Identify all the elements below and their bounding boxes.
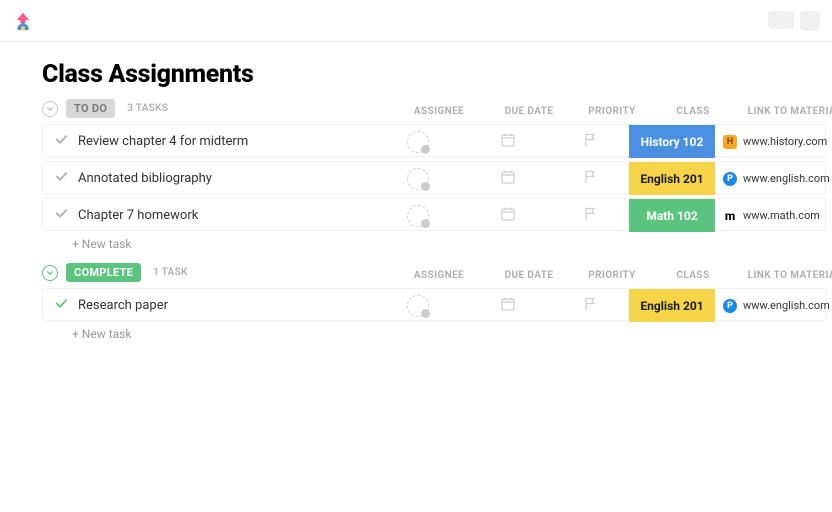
col-assignee: ASSIGNEE <box>394 106 484 117</box>
group-status-label[interactable]: COMPLETE <box>66 263 141 282</box>
col-priority: PRIORITY <box>574 106 650 117</box>
col-due-date: DUE DATE <box>484 106 574 117</box>
due-date-cell[interactable] <box>463 169 553 189</box>
class-badge[interactable]: Math 102 <box>629 199 715 232</box>
link-text: www.math.com <box>743 209 820 222</box>
task-name[interactable]: Review chapter 4 for midterm <box>78 134 248 149</box>
task-row[interactable]: Chapter 7 homework Math 102 m www.math.com <box>42 198 826 231</box>
flag-icon <box>583 169 599 189</box>
link-cell[interactable]: m www.math.com <box>715 209 832 223</box>
new-task-button[interactable]: + New task <box>72 237 832 251</box>
task-name[interactable]: Research paper <box>78 298 168 313</box>
assignee-cell[interactable] <box>373 295 463 317</box>
class-badge[interactable]: English 201 <box>629 162 715 195</box>
calendar-icon <box>500 296 516 316</box>
header-actions <box>768 11 820 31</box>
flag-icon <box>583 296 599 316</box>
assignee-cell[interactable] <box>373 168 463 190</box>
link-text: www.history.com <box>743 135 827 148</box>
task-row[interactable]: Review chapter 4 for midterm History 102 H… <box>42 124 826 157</box>
column-headers: COMPLETE 1 TASK ASSIGNEEDUE DATEPRIORITYCL… <box>0 263 832 288</box>
link-favicon-icon: P <box>723 172 737 186</box>
task-row[interactable]: Research paperEnglish 201Pwww.english.co… <box>42 288 826 321</box>
group-toggle-icon[interactable] <box>42 265 58 281</box>
check-icon[interactable] <box>55 297 68 314</box>
task-name[interactable]: Annotated bibliography <box>78 171 212 186</box>
link-text: www.english.com <box>743 172 830 185</box>
app-logo-icon <box>12 10 34 32</box>
link-cell[interactable]: Hwww.history.com <box>715 135 832 149</box>
col-class: CLASS <box>650 270 736 281</box>
column-headers: TO DO 3 TASKS ASSIGNEEDUE DATEPRIORITYCLAS… <box>0 99 832 124</box>
task-group: Review chapter 4 for midtermHistory 102H… <box>0 124 832 251</box>
task-group: Research paperEnglish 201Pwww.english.co… <box>0 288 832 341</box>
app-header <box>0 0 832 42</box>
check-icon[interactable] <box>55 207 68 224</box>
due-date-cell[interactable] <box>463 206 553 226</box>
link-favicon-icon: m <box>723 209 737 223</box>
task-name-cell: Annotated bibliography <box>43 170 373 187</box>
link-favicon-icon: P <box>723 299 737 313</box>
task-name-cell: Chapter 7 homework <box>43 207 373 224</box>
group-toggle-icon[interactable] <box>42 101 58 117</box>
new-task-button[interactable]: + New task <box>72 327 832 341</box>
link-favicon-icon: H <box>723 135 737 149</box>
class-badge[interactable]: English 201 <box>629 289 715 322</box>
check-icon[interactable] <box>55 170 68 187</box>
assignee-cell[interactable] <box>373 205 463 227</box>
assignee-add-icon[interactable] <box>407 131 429 153</box>
task-name-cell: Research paper <box>43 297 373 314</box>
priority-cell[interactable] <box>553 132 629 152</box>
group-task-count: 3 TASKS <box>127 103 168 114</box>
col-priority: PRIORITY <box>574 270 650 281</box>
assignee-add-icon[interactable] <box>407 205 429 227</box>
task-name[interactable]: Chapter 7 homework <box>78 208 198 223</box>
col-class: CLASS <box>650 106 736 117</box>
assignee-add-icon[interactable] <box>407 295 429 317</box>
priority-cell[interactable] <box>553 169 629 189</box>
check-icon[interactable] <box>55 133 68 150</box>
group-task-count: 1 TASK <box>153 267 188 278</box>
calendar-icon <box>500 132 516 152</box>
link-text: www.english.com <box>743 299 830 312</box>
link-cell[interactable]: Pwww.english.com <box>715 299 832 313</box>
assignee-cell[interactable] <box>373 131 463 153</box>
col-assignee: ASSIGNEE <box>394 270 484 281</box>
calendar-icon <box>500 206 516 226</box>
header-button-1[interactable] <box>768 11 794 29</box>
due-date-cell[interactable] <box>463 132 553 152</box>
assignee-add-icon[interactable] <box>407 168 429 190</box>
calendar-icon <box>500 169 516 189</box>
col-link: LINK TO MATERIALS <box>736 270 832 281</box>
col-due-date: DUE DATE <box>484 270 574 281</box>
col-link: LINK TO MATERIALS <box>736 106 832 117</box>
flag-icon <box>583 132 599 152</box>
flag-icon <box>583 206 599 226</box>
class-badge[interactable]: History 102 <box>629 125 715 158</box>
page-title: Class Assignments <box>0 42 832 99</box>
task-name-cell: Review chapter 4 for midterm <box>43 133 373 150</box>
priority-cell[interactable] <box>553 206 629 226</box>
header-button-2[interactable] <box>800 11 820 31</box>
priority-cell[interactable] <box>553 296 629 316</box>
task-row[interactable]: Annotated bibliographyEnglish 201Pwww.en… <box>42 161 826 194</box>
link-cell[interactable]: Pwww.english.com <box>715 172 832 186</box>
due-date-cell[interactable] <box>463 296 553 316</box>
group-status-label[interactable]: TO DO <box>66 99 115 118</box>
